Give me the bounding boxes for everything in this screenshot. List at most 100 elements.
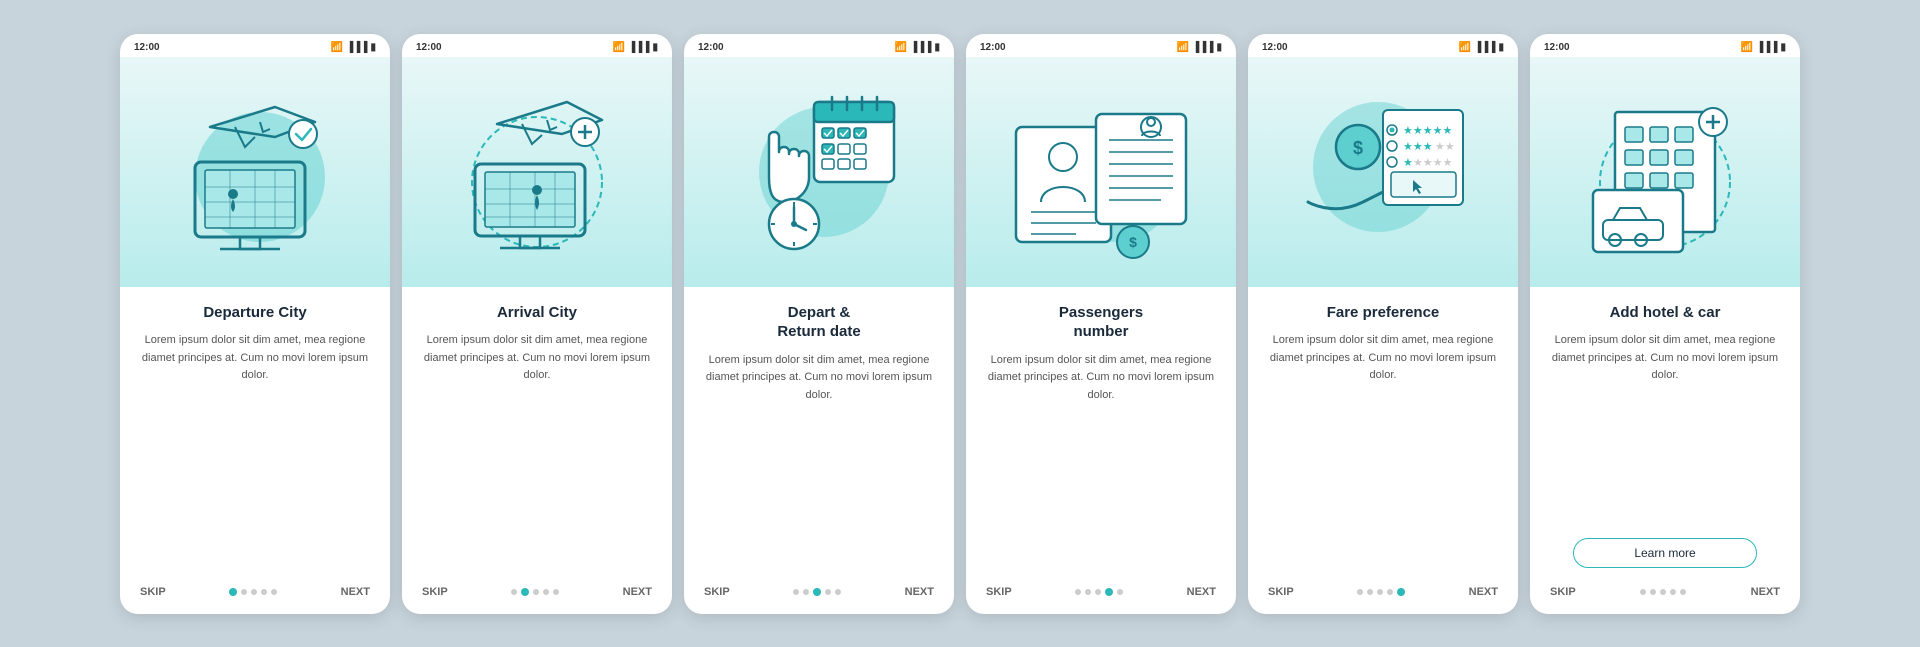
card-nav-5: SKIP NEXT	[1248, 572, 1518, 614]
illustration-hotel	[1530, 57, 1800, 287]
dots-2	[511, 588, 559, 596]
card-title-5: Fare preference	[1268, 303, 1498, 323]
dot-4-2	[1095, 589, 1101, 595]
dot-6-0	[1640, 589, 1646, 595]
status-bar-1: 12:00 📶 ▐▐▐ ▮	[120, 34, 390, 57]
card-content-1: Departure City Lorem ipsum dolor sit dim…	[120, 287, 390, 572]
status-bar-3: 12:00 📶 ▐▐▐ ▮	[684, 34, 954, 57]
next-button-2[interactable]: NEXT	[623, 586, 652, 598]
dot-6-4	[1680, 589, 1686, 595]
svg-text:★★★★: ★★★★	[1413, 157, 1453, 169]
next-button-5[interactable]: NEXT	[1469, 586, 1498, 598]
dot-3-1	[803, 589, 809, 595]
dot-5-1	[1367, 589, 1373, 595]
signal-icon-3: ▐▐▐	[910, 42, 931, 53]
dot-1-4	[271, 589, 277, 595]
time-5: 12:00	[1262, 42, 1288, 53]
skip-button-6[interactable]: SKIP	[1550, 586, 1576, 598]
next-button-4[interactable]: NEXT	[1187, 586, 1216, 598]
card-nav-1: SKIP NEXT	[120, 572, 390, 614]
cards-container: 12:00 📶 ▐▐▐ ▮	[80, 4, 1840, 644]
card-departure-city: 12:00 📶 ▐▐▐ ▮	[120, 34, 390, 614]
signal-icon-4: ▐▐▐	[1192, 42, 1213, 53]
illustration-passengers: $	[966, 57, 1236, 287]
dot-4-4	[1117, 589, 1123, 595]
skip-button-2[interactable]: SKIP	[422, 586, 448, 598]
dots-3	[793, 588, 841, 596]
dots-5	[1357, 588, 1405, 596]
card-body-5: Lorem ipsum dolor sit dim amet, mea regi…	[1268, 332, 1498, 572]
skip-button-1[interactable]: SKIP	[140, 586, 166, 598]
dot-2-1	[521, 588, 529, 596]
dot-4-3	[1105, 588, 1113, 596]
card-title-6: Add hotel & car	[1550, 303, 1780, 323]
card-hotel-car: 12:00 📶 ▐▐▐ ▮	[1530, 34, 1800, 614]
dot-6-3	[1670, 589, 1676, 595]
status-bar-2: 12:00 📶 ▐▐▐ ▮	[402, 34, 672, 57]
card-body-4: Lorem ipsum dolor sit dim amet, mea regi…	[986, 352, 1216, 572]
card-nav-4: SKIP NEXT	[966, 572, 1236, 614]
card-content-6: Add hotel & car Lorem ipsum dolor sit di…	[1530, 287, 1800, 572]
time-2: 12:00	[416, 42, 442, 53]
wifi-icon-6: 📶	[1741, 42, 1753, 53]
arrival-svg	[437, 72, 637, 272]
status-bar-6: 12:00 📶 ▐▐▐ ▮	[1530, 34, 1800, 57]
next-button-6[interactable]: NEXT	[1751, 586, 1780, 598]
dot-4-0	[1075, 589, 1081, 595]
dot-1-0	[229, 588, 237, 596]
wifi-icon: 📶	[331, 42, 343, 53]
departure-svg	[155, 72, 355, 272]
dot-3-4	[835, 589, 841, 595]
next-button-3[interactable]: NEXT	[905, 586, 934, 598]
depart-svg	[719, 72, 919, 272]
card-body-6: Lorem ipsum dolor sit dim amet, mea regi…	[1550, 332, 1780, 526]
skip-button-4[interactable]: SKIP	[986, 586, 1012, 598]
dot-5-3	[1387, 589, 1393, 595]
battery-icon-6: ▮	[1780, 42, 1786, 53]
signal-icon-2: ▐▐▐	[628, 42, 649, 53]
card-title-3: Depart & Return date	[704, 303, 934, 342]
time-3: 12:00	[698, 42, 724, 53]
dot-2-3	[543, 589, 549, 595]
battery-icon-5: ▮	[1498, 42, 1504, 53]
card-body-2: Lorem ipsum dolor sit dim amet, mea regi…	[422, 332, 652, 572]
dot-1-2	[251, 589, 257, 595]
dots-1	[229, 588, 277, 596]
dots-4	[1075, 588, 1123, 596]
dot-3-2	[813, 588, 821, 596]
svg-text:★★: ★★	[1435, 141, 1455, 153]
dot-5-2	[1377, 589, 1383, 595]
next-button-1[interactable]: NEXT	[341, 586, 370, 598]
skip-button-3[interactable]: SKIP	[704, 586, 730, 598]
battery-icon: ▮	[370, 42, 376, 53]
battery-icon-3: ▮	[934, 42, 940, 53]
time-6: 12:00	[1544, 42, 1570, 53]
card-body-1: Lorem ipsum dolor sit dim amet, mea regi…	[140, 332, 370, 572]
signal-icon-6: ▐▐▐	[1756, 42, 1777, 53]
signal-icon: ▐▐▐	[346, 42, 367, 53]
card-title-4: Passengers number	[986, 303, 1216, 342]
status-bar-4: 12:00 📶 ▐▐▐ ▮	[966, 34, 1236, 57]
card-content-4: Passengers number Lorem ipsum dolor sit …	[966, 287, 1236, 572]
status-icons-3: 📶 ▐▐▐ ▮	[895, 42, 940, 53]
card-nav-3: SKIP NEXT	[684, 572, 954, 614]
status-icons-6: 📶 ▐▐▐ ▮	[1741, 42, 1786, 53]
card-passengers: 12:00 📶 ▐▐▐ ▮ $	[966, 34, 1236, 614]
learn-more-button[interactable]: Learn more	[1573, 538, 1757, 568]
fare-svg: $ ★★★★★ ★★★ ★★ ★ ★★★★	[1283, 72, 1483, 272]
svg-text:★★★★★: ★★★★★	[1403, 125, 1452, 137]
card-depart-return: 12:00 📶 ▐▐▐ ▮	[684, 34, 954, 614]
wifi-icon-4: 📶	[1177, 42, 1189, 53]
dot-5-4	[1397, 588, 1405, 596]
card-content-2: Arrival City Lorem ipsum dolor sit dim a…	[402, 287, 672, 572]
dot-1-3	[261, 589, 267, 595]
hotel-svg	[1565, 72, 1765, 272]
card-content-3: Depart & Return date Lorem ipsum dolor s…	[684, 287, 954, 572]
card-nav-2: SKIP NEXT	[402, 572, 672, 614]
dot-2-4	[553, 589, 559, 595]
card-fare: 12:00 📶 ▐▐▐ ▮ $ ★★★★★	[1248, 34, 1518, 614]
dot-5-0	[1357, 589, 1363, 595]
status-icons-2: 📶 ▐▐▐ ▮	[613, 42, 658, 53]
skip-button-5[interactable]: SKIP	[1268, 586, 1294, 598]
card-title-1: Departure City	[140, 303, 370, 323]
